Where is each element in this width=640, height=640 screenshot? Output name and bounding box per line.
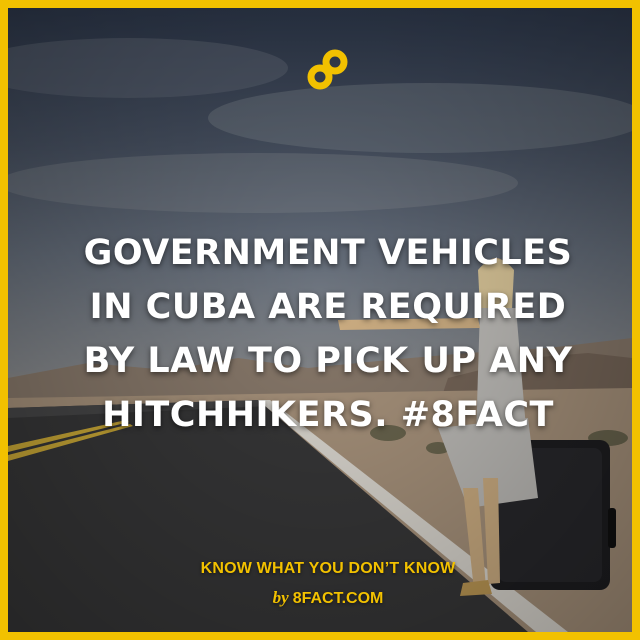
site-link[interactable]: 8FACT.COM xyxy=(293,590,384,607)
headline-line-2: IN CUBA ARE REQUIRED xyxy=(89,287,567,327)
image-frame: GOVERNMENT VEHICLES IN CUBA ARE REQUIRED… xyxy=(0,0,640,640)
tagline: KNOW WHAT YOU DON’T KNOW xyxy=(200,560,456,577)
headline-line-1: GOVERNMENT VEHICLES xyxy=(83,233,573,273)
fact-headline: GOVERNMENT VEHICLES IN CUBA ARE REQUIRED… xyxy=(28,226,628,442)
byline-prefix: by xyxy=(272,588,289,607)
headline-line-4: HITCHHIKERS. #8FACT xyxy=(102,395,554,435)
headline-line-3: BY LAW TO PICK UP ANY xyxy=(83,341,573,381)
8fact-logo-icon[interactable] xyxy=(304,46,352,94)
site-byline: by 8FACT.COM xyxy=(128,588,528,608)
